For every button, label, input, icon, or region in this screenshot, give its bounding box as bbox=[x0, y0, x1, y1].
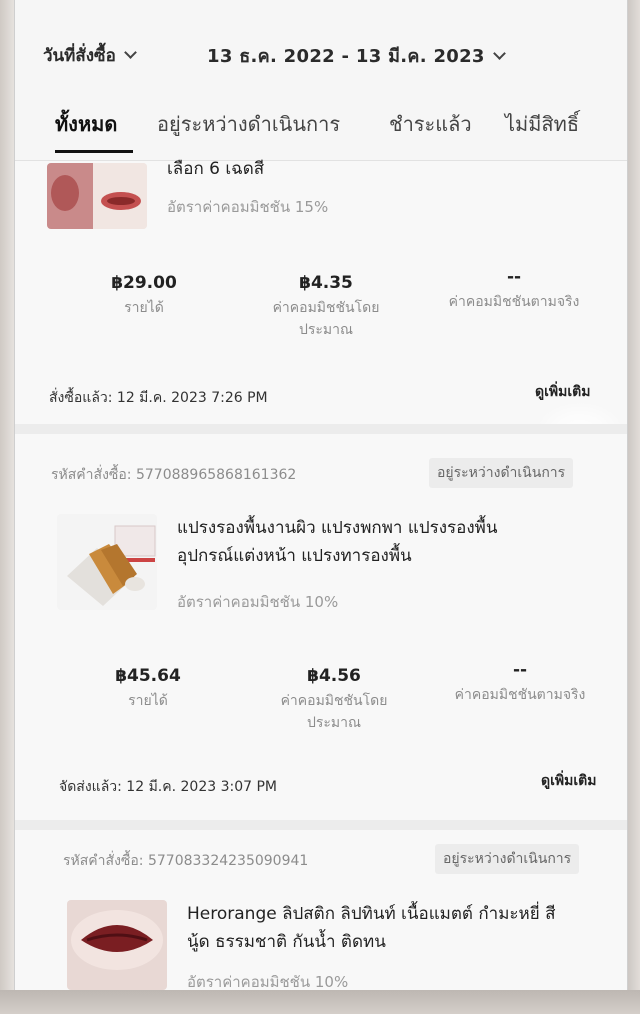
estimated-commission-label: ค่าคอมมิชชันโดย ประมาณ bbox=[280, 693, 388, 731]
commission-rate: อัตราค่าคอมมิชชัน 15% bbox=[167, 198, 329, 216]
income-metric: ฿45.64 รายได้ bbox=[63, 666, 233, 712]
order-id: รหัสคำสั่งซื้อ: 577088965868161362 bbox=[51, 467, 297, 483]
order-id: รหัสคำสั่งซื้อ: 577083324235090941 bbox=[63, 853, 309, 869]
device-edge-bottom bbox=[0, 990, 640, 1014]
tab-all[interactable]: ทั้งหมด bbox=[55, 108, 117, 140]
product-title[interactable]: เลือก 6 เฉดสี bbox=[167, 155, 264, 183]
estimated-commission-metric: ฿4.56 ค่าคอมมิชชันโดย ประมาณ bbox=[249, 666, 419, 734]
active-tab-indicator bbox=[55, 150, 133, 153]
product-thumbnail[interactable] bbox=[67, 900, 167, 990]
device-edge-right bbox=[626, 0, 640, 1014]
order-date-label: วันที่สั่งซื้อ bbox=[43, 45, 116, 66]
divider bbox=[15, 820, 627, 830]
actual-commission-value: -- bbox=[512, 660, 528, 680]
product-thumbnail[interactable] bbox=[57, 514, 157, 610]
actual-commission-label: ค่าคอมมิชชันตามจริง bbox=[454, 687, 586, 703]
status-badge: อยู่ระหว่างดำเนินการ bbox=[429, 458, 574, 488]
order-card: รหัสคำสั่งซื้อ: 577083324235090941 อยู่ร… bbox=[15, 830, 627, 990]
divider bbox=[15, 424, 627, 434]
date-filter-row: วันที่สั่งซื้อ 13 ธ.ค. 2022 - 13 มี.ค. 2… bbox=[15, 30, 627, 80]
order-timestamp: จัดส่งแล้ว: 12 มี.ค. 2023 3:07 PM bbox=[59, 779, 278, 795]
estimated-commission-value: ฿4.56 bbox=[307, 666, 361, 686]
tab-in-progress[interactable]: อยู่ระหว่างดำเนินการ bbox=[157, 108, 340, 140]
income-label: รายได้ bbox=[128, 693, 168, 709]
income-label: รายได้ bbox=[124, 300, 164, 316]
tab-paid[interactable]: ชำระแล้ว bbox=[389, 108, 472, 140]
see-more-link[interactable]: ดูเพิ่มเติม bbox=[535, 381, 590, 403]
status-tabs: ทั้งหมด อยู่ระหว่างดำเนินการ ชำระแล้ว ไม… bbox=[15, 100, 627, 161]
income-metric: ฿29.00 รายได้ bbox=[59, 273, 229, 319]
screen: วันที่สั่งซื้อ 13 ธ.ค. 2022 - 13 มี.ค. 2… bbox=[14, 0, 628, 990]
product-title[interactable]: Herorange ลิปสติก ลิปทินท์ เนื้อแมตต์ กำ… bbox=[187, 900, 555, 956]
chevron-down-icon bbox=[123, 45, 137, 59]
order-card: เลือก 6 เฉดสี อัตราค่าคอมมิชชัน 15% ฿29.… bbox=[15, 159, 627, 461]
estimated-commission-label: ค่าคอมมิชชันโดย ประมาณ bbox=[272, 300, 380, 338]
date-range-dropdown[interactable]: 13 ธ.ค. 2022 - 13 มี.ค. 2023 bbox=[207, 41, 506, 70]
date-range-value: 13 ธ.ค. 2022 - 13 มี.ค. 2023 bbox=[207, 45, 485, 67]
actual-commission-value: -- bbox=[506, 267, 522, 287]
actual-commission-metric: -- ค่าคอมมิชชันตามจริง bbox=[429, 267, 599, 313]
product-title[interactable]: แปรงรองพื้นงานผิว แปรงพกพา แปรงรองพื้น อ… bbox=[177, 514, 498, 570]
order-date-dropdown[interactable]: วันที่สั่งซื้อ bbox=[43, 42, 137, 69]
actual-commission-metric: -- ค่าคอมมิชชันตามจริง bbox=[435, 660, 605, 706]
see-more-link[interactable]: ดูเพิ่มเติม bbox=[541, 770, 596, 792]
order-card: รหัสคำสั่งซื้อ: 577088965868161362 อยู่ร… bbox=[15, 434, 627, 820]
status-badge: อยู่ระหว่างดำเนินการ bbox=[435, 844, 580, 874]
device-edge-left bbox=[0, 0, 14, 1014]
tab-ineligible[interactable]: ไม่มีสิทธิ์ bbox=[505, 108, 579, 140]
commission-rate: อัตราค่าคอมมิชชัน 10% bbox=[177, 593, 339, 611]
income-value: ฿29.00 bbox=[111, 273, 177, 293]
income-value: ฿45.64 bbox=[115, 666, 181, 686]
actual-commission-label: ค่าคอมมิชชันตามจริง bbox=[448, 294, 580, 310]
chevron-down-icon bbox=[492, 46, 506, 60]
product-thumbnail[interactable] bbox=[47, 163, 147, 229]
order-timestamp: สั่งซื้อแล้ว: 12 มี.ค. 2023 7:26 PM bbox=[49, 390, 268, 406]
estimated-commission-value: ฿4.35 bbox=[299, 273, 353, 293]
commission-rate: อัตราค่าคอมมิชชัน 10% bbox=[187, 973, 349, 990]
estimated-commission-metric: ฿4.35 ค่าคอมมิชชันโดย ประมาณ bbox=[241, 273, 411, 341]
